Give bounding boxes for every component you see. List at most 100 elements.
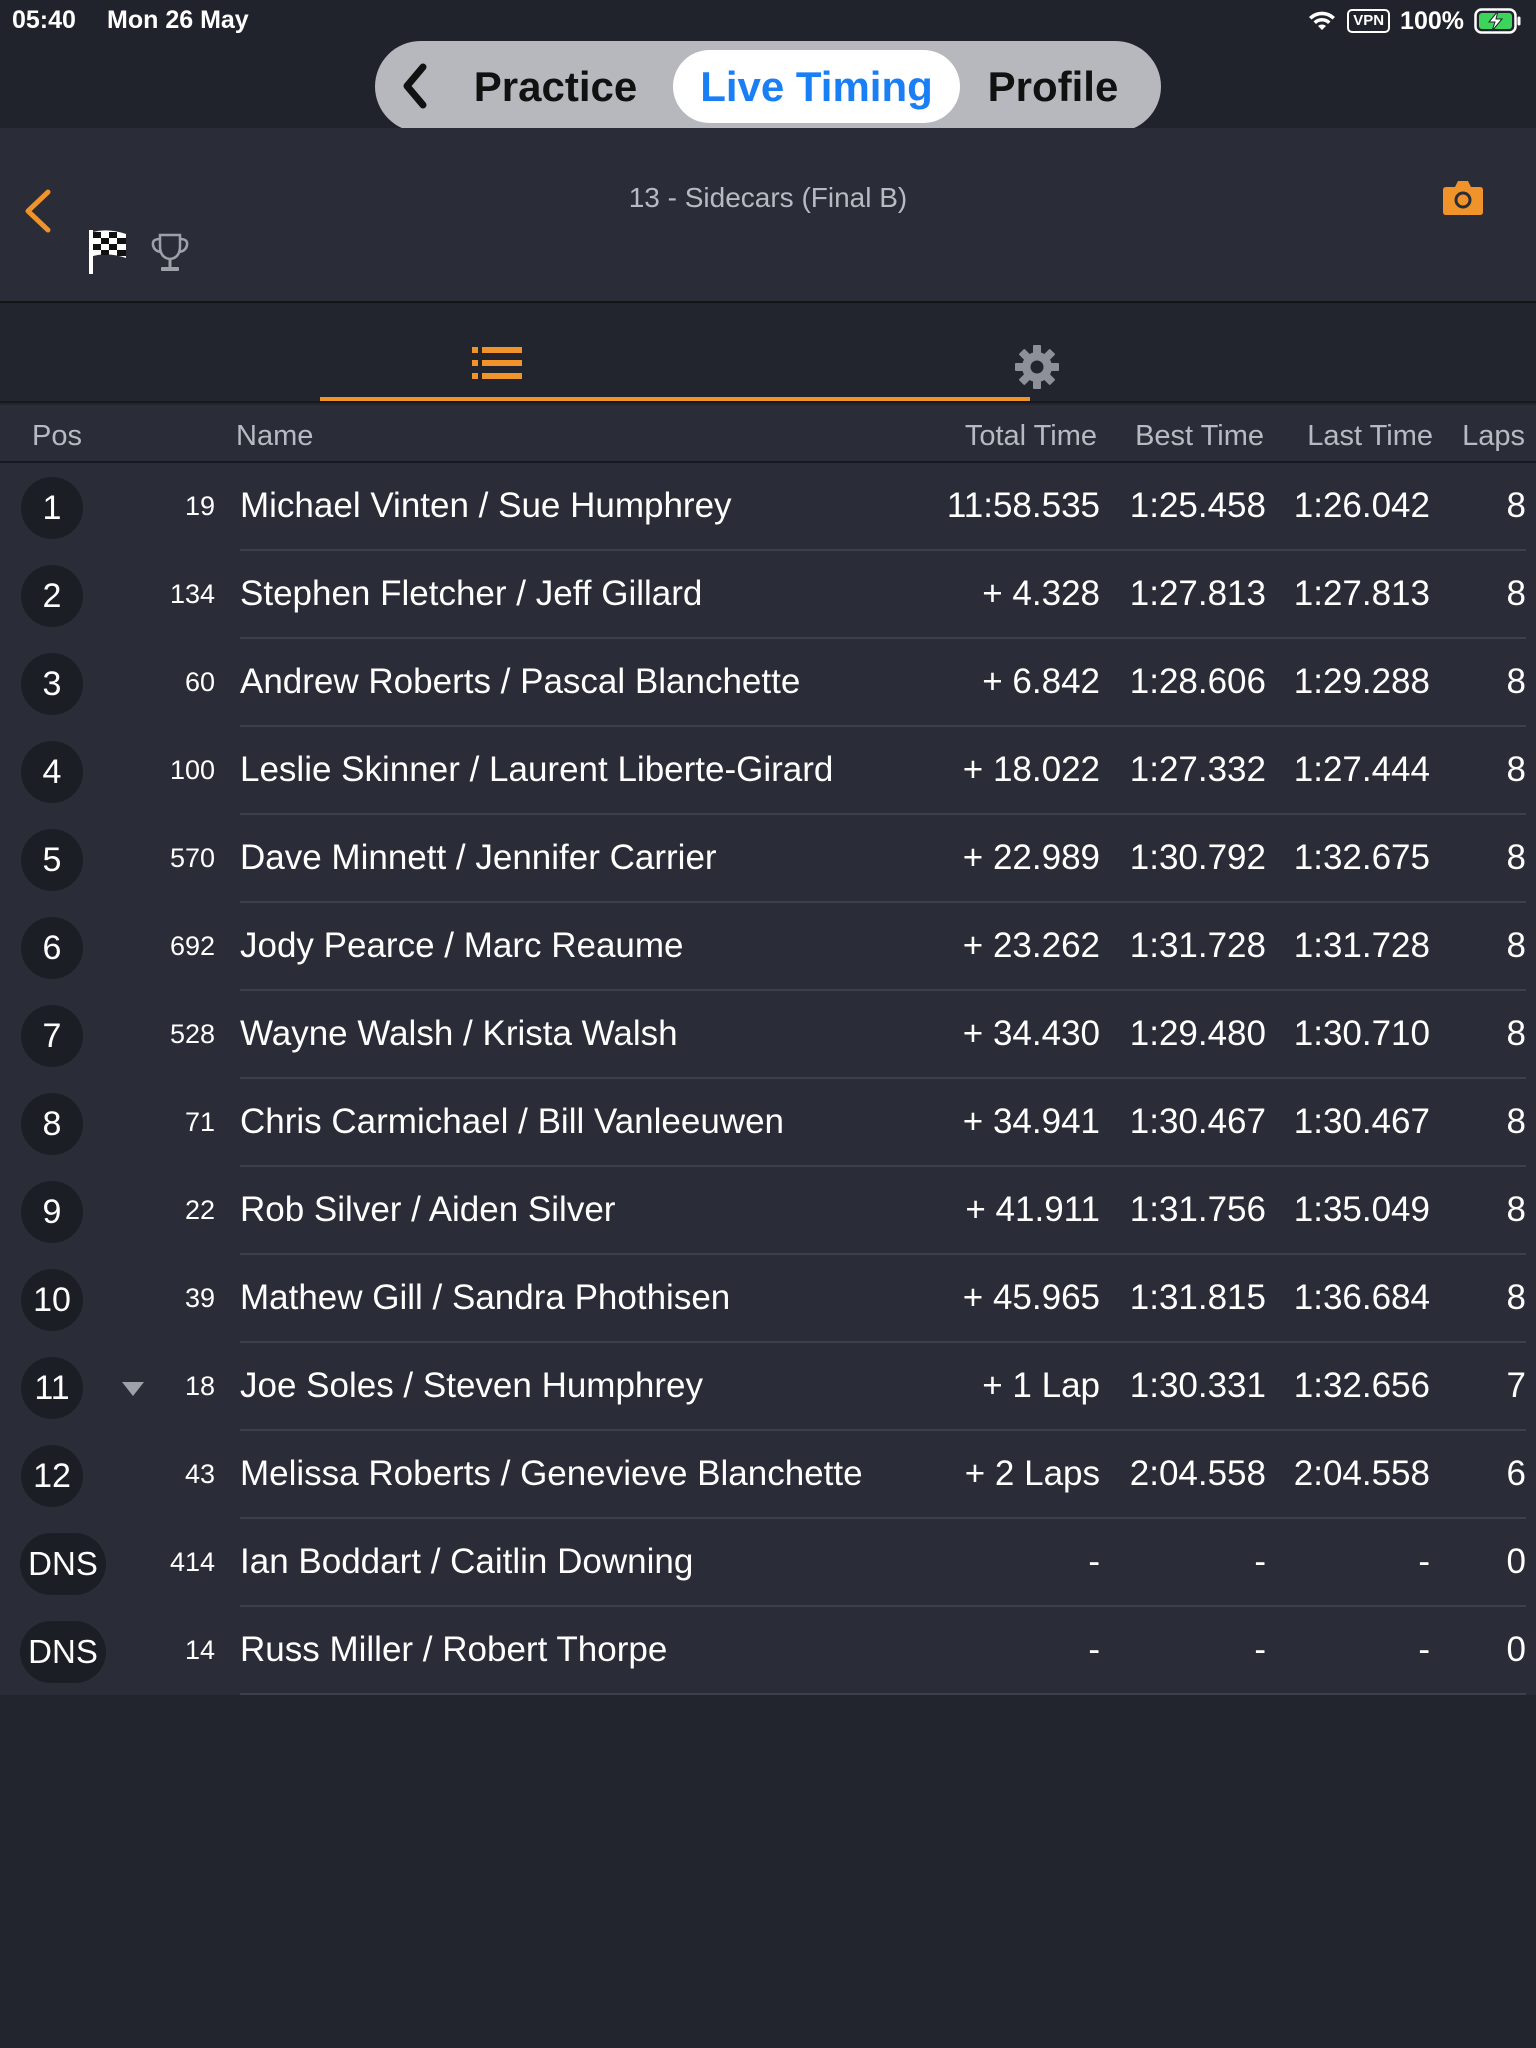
total-time: - xyxy=(1088,1630,1100,1669)
top-segmented-nav: Practice Live Timing Profile xyxy=(375,41,1161,132)
best-time: 2:04.558 xyxy=(1129,1454,1266,1493)
total-time: - xyxy=(1088,1542,1100,1581)
last-time: 1:29.288 xyxy=(1293,662,1430,701)
table-row[interactable]: 4 100 Leslie Skinner / Laurent Liberte-G… xyxy=(0,727,1536,815)
status-time: 05:40 xyxy=(12,6,76,34)
driver-name: Michael Vinten / Sue Humphrey xyxy=(240,486,732,525)
kart-number: 528 xyxy=(169,1019,215,1049)
kart-number: 18 xyxy=(184,1371,215,1401)
laps-count: 8 xyxy=(1506,1278,1526,1317)
tab-results-list[interactable] xyxy=(320,303,710,401)
tab-profile[interactable]: Profile xyxy=(973,50,1133,123)
trophy-icon[interactable] xyxy=(150,232,190,274)
table-row[interactable]: 5 570 Dave Minnett / Jennifer Carrier + … xyxy=(0,815,1536,903)
table-row[interactable]: 9 22 Rob Silver / Aiden Silver + 41.911 … xyxy=(0,1167,1536,1255)
table-row[interactable]: 10 39 Mathew Gill / Sandra Phothisen + 4… xyxy=(0,1255,1536,1343)
table-row[interactable]: DNS 414 Ian Boddart / Caitlin Downing - … xyxy=(0,1519,1536,1607)
kart-number: 14 xyxy=(184,1635,215,1665)
table-row[interactable]: 3 60 Andrew Roberts / Pascal Blanchette … xyxy=(0,639,1536,727)
driver-name: Chris Carmichael / Bill Vanleeuwen xyxy=(240,1102,785,1141)
checkered-flag-icon[interactable] xyxy=(86,228,130,274)
last-time: - xyxy=(1418,1542,1430,1581)
nav-back-icon[interactable] xyxy=(395,61,435,111)
total-time: + 6.842 xyxy=(982,662,1100,701)
last-time: 1:26.042 xyxy=(1293,486,1430,525)
session-title: 13 - Sidecars (Final B) xyxy=(628,182,908,213)
view-tabs xyxy=(0,303,1536,403)
table-row[interactable]: 12 43 Melissa Roberts / Genevieve Blanch… xyxy=(0,1431,1536,1519)
kart-number: 414 xyxy=(169,1547,215,1577)
driver-name: Mathew Gill / Sandra Phothisen xyxy=(240,1278,731,1317)
position-badge: 3 xyxy=(21,653,83,715)
last-time: 1:32.675 xyxy=(1293,838,1430,877)
driver-name: Jody Pearce / Marc Reaume xyxy=(240,926,684,965)
driver-name: Melissa Roberts / Genevieve Blanchette xyxy=(240,1454,863,1493)
column-header-total-time[interactable]: Total Time xyxy=(965,420,1097,453)
table-row[interactable]: 8 71 Chris Carmichael / Bill Vanleeuwen … xyxy=(0,1079,1536,1167)
camera-icon[interactable] xyxy=(1442,178,1484,216)
best-time: 1:30.467 xyxy=(1129,1102,1266,1141)
table-row[interactable]: 1 19 Michael Vinten / Sue Humphrey 11:58… xyxy=(0,463,1536,551)
laps-count: 6 xyxy=(1506,1454,1526,1493)
best-time: 1:29.480 xyxy=(1129,1014,1266,1053)
best-time: - xyxy=(1254,1542,1266,1581)
best-time: - xyxy=(1254,1630,1266,1669)
position-badge: 6 xyxy=(21,917,83,979)
best-time: 1:31.728 xyxy=(1129,926,1266,965)
total-time: 11:58.535 xyxy=(946,486,1100,525)
total-time: + 4.328 xyxy=(982,574,1100,613)
column-header-pos[interactable]: Pos xyxy=(32,420,82,453)
last-time: - xyxy=(1418,1630,1430,1669)
best-time: 1:28.606 xyxy=(1129,662,1266,701)
column-header-name[interactable]: Name xyxy=(236,420,313,453)
kart-number: 19 xyxy=(184,491,215,521)
battery-percent: 100% xyxy=(1400,6,1464,35)
gear-icon xyxy=(1015,345,1059,389)
table-row[interactable]: 11 18 Joe Soles / Steven Humphrey + 1 La… xyxy=(0,1343,1536,1431)
column-header-laps[interactable]: Laps xyxy=(1462,420,1525,453)
table-row[interactable]: 7 528 Wayne Walsh / Krista Walsh + 34.43… xyxy=(0,991,1536,1079)
position-badge: 9 xyxy=(21,1181,83,1243)
laps-count: 8 xyxy=(1506,574,1526,613)
kart-number: 134 xyxy=(169,579,215,609)
kart-number: 570 xyxy=(169,843,215,873)
last-time: 1:27.813 xyxy=(1293,574,1430,613)
total-time: + 1 Lap xyxy=(982,1366,1100,1405)
table-row[interactable]: 6 692 Jody Pearce / Marc Reaume + 23.262… xyxy=(0,903,1536,991)
best-time: 1:31.756 xyxy=(1129,1190,1266,1229)
best-time: 1:30.792 xyxy=(1129,838,1266,877)
best-time: 1:27.813 xyxy=(1129,574,1266,613)
position-badge: 7 xyxy=(21,1005,83,1067)
session-header: 13 - Sidecars (Final B) xyxy=(0,128,1536,303)
position-badge: 10 xyxy=(21,1269,83,1331)
position-badge: 5 xyxy=(21,829,83,891)
last-time: 2:04.558 xyxy=(1293,1454,1430,1493)
driver-name: Rob Silver / Aiden Silver xyxy=(240,1190,616,1229)
table-row[interactable]: DNS 14 Russ Miller / Robert Thorpe - - -… xyxy=(0,1607,1536,1695)
kart-number: 100 xyxy=(169,755,215,785)
total-time: + 18.022 xyxy=(962,750,1100,789)
position-badge: 11 xyxy=(21,1357,83,1419)
laps-count: 8 xyxy=(1506,1014,1526,1053)
driver-name: Ian Boddart / Caitlin Downing xyxy=(240,1542,694,1581)
tab-practice[interactable]: Practice xyxy=(463,50,648,123)
best-time: 1:25.458 xyxy=(1129,486,1266,525)
last-time: 1:35.049 xyxy=(1293,1190,1430,1229)
battery-charging-icon xyxy=(1474,8,1521,34)
column-header-best-time[interactable]: Best Time xyxy=(1135,420,1264,453)
kart-number: 43 xyxy=(184,1459,215,1489)
column-header-last-time[interactable]: Last Time xyxy=(1307,420,1433,453)
table-row[interactable]: 2 134 Stephen Fletcher / Jeff Gillard + … xyxy=(0,551,1536,639)
laps-count: 0 xyxy=(1506,1630,1526,1669)
tab-settings[interactable] xyxy=(710,303,1059,401)
total-time: + 41.911 xyxy=(965,1190,1100,1229)
total-time: + 2 Laps xyxy=(964,1454,1100,1493)
tab-live-timing[interactable]: Live Timing xyxy=(673,50,960,123)
last-time: 1:36.684 xyxy=(1293,1278,1430,1317)
driver-name: Dave Minnett / Jennifer Carrier xyxy=(240,838,717,877)
kart-number: 60 xyxy=(184,667,215,697)
position-badge: 12 xyxy=(21,1445,83,1507)
position-badge: 4 xyxy=(21,741,83,803)
driver-name: Andrew Roberts / Pascal Blanchette xyxy=(240,662,801,701)
list-icon xyxy=(472,347,522,379)
